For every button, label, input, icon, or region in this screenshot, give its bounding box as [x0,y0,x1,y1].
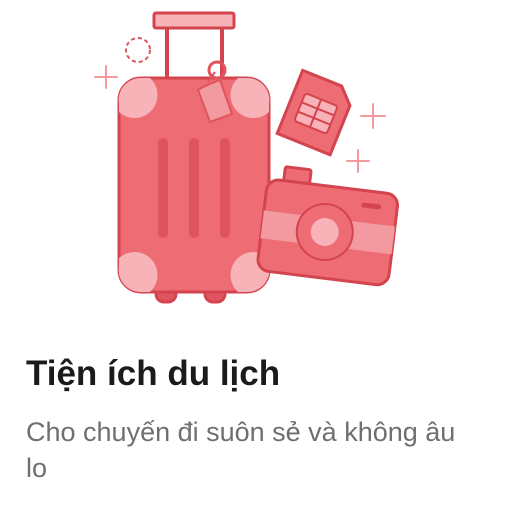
sparkle-icon [360,103,386,129]
travel-utilities-card[interactable]: Tiện ích du lịch Cho chuyến đi suôn sẻ v… [0,0,512,512]
card-description: Cho chuyến đi suôn sẻ và không âu lo [26,417,456,483]
sparkle-icon [94,65,118,89]
sim-card-icon [275,68,352,157]
sparkle-icon [346,149,370,173]
dashed-circle-icon [125,37,151,63]
card-title: Tiện ích du lịch [26,354,281,393]
suitcase-icon [117,11,271,304]
camera-icon [256,165,399,287]
travel-illustration [94,11,399,304]
